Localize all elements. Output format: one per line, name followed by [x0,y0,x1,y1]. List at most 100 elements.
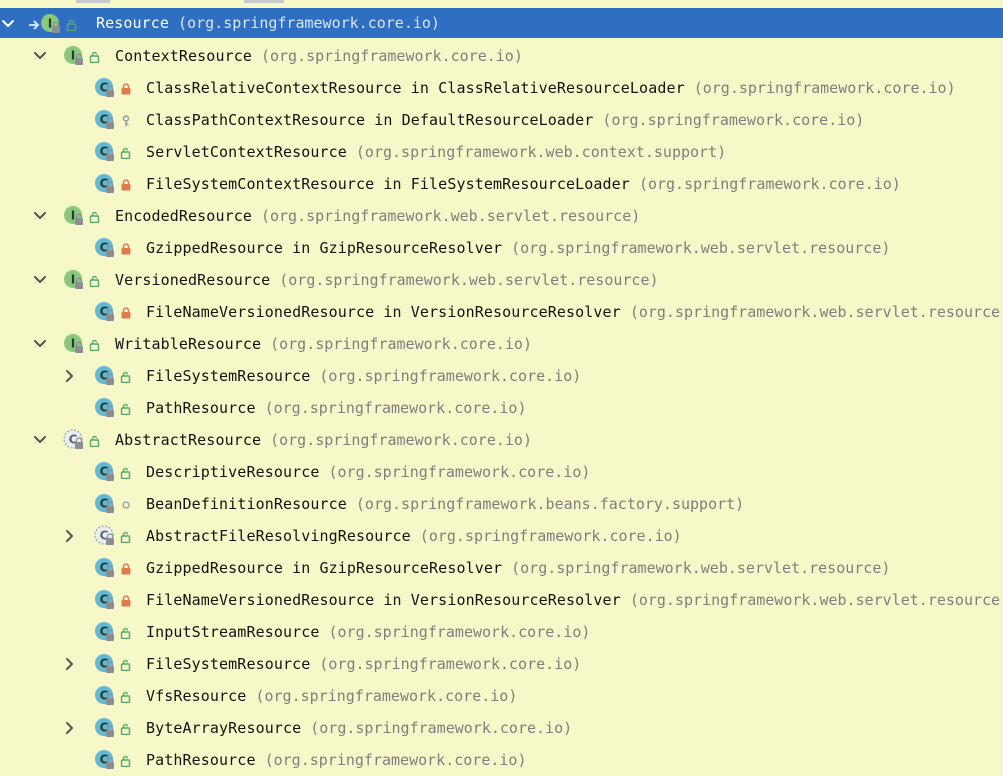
tree-row[interactable]: C InputStreamResource (org.springframework… [0,616,1003,648]
private-lock-icon [120,177,132,191]
type-name: AbstractResource [115,431,262,449]
tree-row[interactable]: C FileSystemResource (org.springframework.… [0,648,1003,680]
chevron-right-icon[interactable] [62,528,78,544]
tree-row[interactable]: C ClassRelativeContextResource in ClassRe… [0,72,1003,104]
package-name: (org.springframework.core.io) [328,463,591,481]
tree-row[interactable]: C FileSystemContextResource in FileSystem… [0,168,1003,200]
chevron-right-icon[interactable] [62,656,78,672]
public-lock-icon [89,433,101,448]
package-name: (org.springframework.web.servlet.resourc… [629,591,1003,609]
tree-row[interactable]: C FileNameVersionedResource in VersionRes… [0,296,1003,328]
tree-row-label[interactable]: BeanDefinitionResource (org.springframewo… [146,495,744,513]
tree-row[interactable]: C AbstractResource (org.springframework.co… [0,424,1003,456]
package-name: (org.springframework.core.io) [419,527,682,545]
class-icon: C [94,397,116,419]
private-lock-icon [120,81,132,95]
tree-row-label[interactable]: ByteArrayResource (org.springframework.co… [146,719,572,737]
tree-row[interactable]: C AbstractFileResolvingResource (org.sprin… [0,520,1003,552]
tree-row-label[interactable]: FileNameVersionedResource in VersionReso… [146,303,1003,321]
tree-row-label[interactable]: EncodedResource (org.springframework.web.… [115,207,640,225]
package-name: (org.springframework.core.io) [260,47,523,65]
tree-row-label[interactable]: InputStreamResource (org.springframework.… [146,623,590,641]
tree-row[interactable]: C PathResource (org.springframework.core.i… [0,744,1003,776]
tree-row-label[interactable]: VersionedResource (org.springframework.we… [115,271,659,289]
class-icon: C [94,589,116,611]
tree-row-label[interactable]: ClassPathContextResource in DefaultResou… [146,111,864,129]
class-icon: C [94,141,116,163]
public-lock-icon [120,529,132,544]
public-lock-icon [89,337,101,352]
chevron-right-icon[interactable] [62,368,78,384]
type-name: DescriptiveResource [146,463,320,481]
class-icon: C [94,77,116,99]
package-name: (org.springframework.web.servlet.resourc… [260,207,641,225]
tree-row-label[interactable]: ServletContextResource (org.springframewo… [146,143,726,161]
tree-row[interactable]: C GzippedResource in GzipResourceResolver… [0,232,1003,264]
tree-row-label[interactable]: VfsResource (org.springframework.core.io) [146,687,517,705]
tree-row-label[interactable]: FileSystemResource (org.springframework.c… [146,367,581,385]
interface-icon: I [63,45,85,67]
class-icon: C [94,109,116,131]
chevron-down-icon[interactable] [32,336,48,352]
tree-row-label[interactable]: AbstractResource (org.springframework.cor… [115,431,532,449]
tree-row[interactable]: C BeanDefinitionResource (org.springframew… [0,488,1003,520]
type-name: VersionedResource [115,271,271,289]
type-name: PathResource [146,751,256,769]
public-lock-icon [66,17,78,32]
private-lock-icon [120,305,132,319]
tree-row[interactable]: C ClassPathContextResource in DefaultReso… [0,104,1003,136]
tree-row-label[interactable]: FileSystemContextResource in FileSystemR… [146,175,901,193]
public-lock-icon [120,145,132,160]
chevron-down-icon[interactable] [0,16,16,32]
chevron-down-icon[interactable] [32,48,48,64]
abstract-class-icon: C [63,429,85,451]
interface-icon: I [63,269,85,291]
tree-row[interactable]: I ContextResource (org.springframework.cor… [0,40,1003,72]
chevron-down-icon[interactable] [32,208,48,224]
type-name: FileNameVersionedResource in VersionReso… [146,591,621,609]
svg-text:I: I [71,209,75,223]
tree-row-label[interactable]: DescriptiveResource (org.springframework.… [146,463,590,481]
tree-row-label[interactable]: Resource (org.springframework.core.io) [96,14,440,32]
tree-row[interactable]: I EncodedResource (org.springframework.web… [0,200,1003,232]
package-name: (org.springframework.beans.factory.suppo… [355,495,745,513]
type-name: WritableResource [115,335,262,353]
tree-row[interactable]: C ServletContextResource (org.springframew… [0,136,1003,168]
tree-row-label[interactable]: FileSystemResource (org.springframework.c… [146,655,581,673]
tree-row[interactable]: I WritableResource (org.springframework.co… [0,328,1003,360]
tree-row-label[interactable]: WritableResource (org.springframework.cor… [115,335,532,353]
chevron-right-icon[interactable] [62,720,78,736]
type-name: ServletContextResource [146,143,347,161]
tree-row-label[interactable]: ContextResource (org.springframework.core… [115,47,523,65]
package-name: (org.springframework.web.context.support… [355,143,727,161]
tree-row[interactable]: C GzippedResource in GzipResourceResolver… [0,552,1003,584]
tree-row[interactable]: C FileNameVersionedResource in VersionRes… [0,584,1003,616]
tree-row[interactable]: I VersionedResource (org.springframework.w… [0,264,1003,296]
tree-row-label[interactable]: ClassRelativeContextResource in ClassRel… [146,79,956,97]
class-icon: C [94,621,116,643]
type-name: FileSystemResource [146,367,311,385]
public-lock-icon [89,49,101,64]
tree-row-label[interactable]: PathResource (org.springframework.core.io… [146,751,526,769]
tree-row[interactable]: C FileSystemResource (org.springframework.… [0,360,1003,392]
public-lock-icon [120,369,132,384]
type-name: Resource [96,14,170,32]
tree-row-label[interactable]: GzippedResource in GzipResourceResolver (… [146,559,890,577]
class-icon: C [94,557,116,579]
chevron-down-icon[interactable] [32,272,48,288]
chevron-down-icon[interactable] [32,432,48,448]
tree-row-label[interactable]: FileNameVersionedResource in VersionReso… [146,591,1003,609]
svg-text:I: I [71,337,75,351]
tree-row[interactable]: C VfsResource (org.springframework.core.io… [0,680,1003,712]
tree-row[interactable]: C ByteArrayResource (org.springframework.c… [0,712,1003,744]
tree-row-label[interactable]: PathResource (org.springframework.core.io… [146,399,526,417]
tree-row[interactable]: C PathResource (org.springframework.core.i… [0,392,1003,424]
tree-row[interactable]: I Resource (org.springframework.core.io) [0,8,1003,38]
tree-row[interactable]: C DescriptiveResource (org.springframework… [0,456,1003,488]
type-hierarchy-tree[interactable]: I Resource (org.springframework.core.io) I C… [0,8,1003,776]
svg-text:I: I [71,49,75,63]
tree-row-label[interactable]: GzippedResource in GzipResourceResolver (… [146,239,890,257]
package-name: (org.springframework.core.io) [270,431,532,449]
tree-row-label[interactable]: AbstractFileResolvingResource (org.spring… [146,527,682,545]
package-name: (org.springframework.core.io) [255,687,518,705]
